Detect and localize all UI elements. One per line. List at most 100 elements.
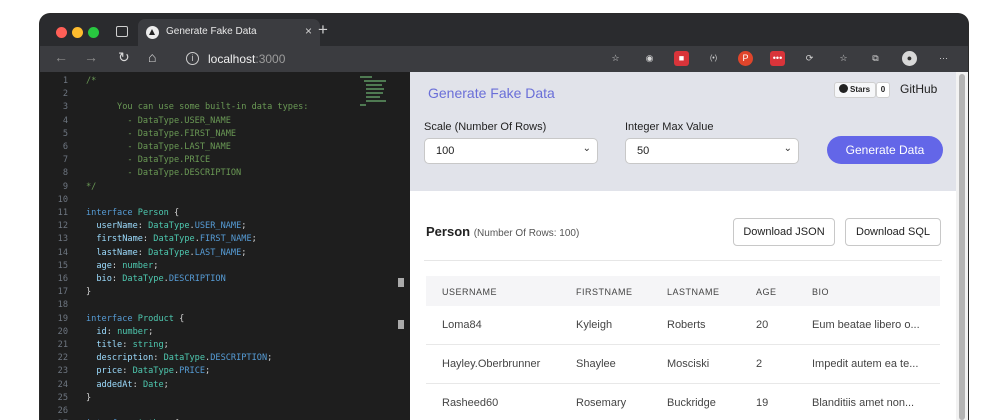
- code-line[interactable]: 14 lastName: DataType.LAST_NAME;: [40, 248, 400, 261]
- intmax-select[interactable]: 50 ⌄: [625, 138, 799, 164]
- code-text: description: DataType.DESCRIPTION;: [86, 353, 272, 363]
- more-menu-icon[interactable]: ···: [936, 51, 951, 66]
- table-row[interactable]: Rasheed60 Rosemary Buckridge 19 Blanditi…: [426, 384, 940, 420]
- code-line[interactable]: 26: [40, 406, 400, 419]
- new-tab-button[interactable]: +: [318, 20, 328, 40]
- cell-lastname: Mosciski: [667, 358, 710, 370]
- code-line[interactable]: 21 title: string;: [40, 340, 400, 353]
- address-bar[interactable]: localhost:3000: [208, 52, 285, 66]
- site-info-icon[interactable]: i: [186, 52, 199, 65]
- page-scrollbar[interactable]: [956, 72, 968, 420]
- scrollbar-thumb[interactable]: [959, 74, 965, 420]
- scale-label: Scale (Number Of Rows): [424, 121, 547, 133]
- code-text: lastName: DataType.LAST_NAME;: [86, 248, 246, 258]
- cell-bio: Blanditiis amet non...: [812, 397, 915, 409]
- maximize-window-button[interactable]: [88, 27, 99, 38]
- table-row[interactable]: Loma84 Kyleigh Roberts 20 Eum beatae lib…: [426, 306, 940, 345]
- controls-bar: Scale (Number Of Rows) 100 ⌄ Integer Max…: [410, 117, 956, 191]
- browser-tab[interactable]: Generate Fake Data ×: [138, 19, 320, 46]
- code-text: interface Person {: [86, 208, 179, 218]
- code-line[interactable]: 3 You can use some built-in data types:: [40, 102, 400, 115]
- line-number: 10: [57, 194, 68, 205]
- code-line[interactable]: 5 - DataType.FIRST_NAME: [40, 129, 400, 142]
- code-token: ;: [241, 221, 247, 232]
- extension-badge-icon[interactable]: •••: [770, 51, 785, 66]
- code-line[interactable]: 16 bio: DataType.DESCRIPTION: [40, 274, 400, 287]
- code-token: :: [153, 353, 164, 364]
- code-editor[interactable]: 1/* 2 3 You can use some built-in data typ…: [40, 72, 410, 420]
- favorites-list-icon[interactable]: ☆: [836, 51, 851, 66]
- download-sql-button[interactable]: Download SQL: [845, 218, 941, 246]
- back-arrow-icon[interactable]: ←: [54, 49, 68, 65]
- cell-age: 19: [756, 397, 769, 409]
- code-token: {: [173, 313, 185, 324]
- close-window-button[interactable]: [56, 27, 67, 38]
- minimize-window-button[interactable]: [72, 27, 83, 38]
- code-token: :: [122, 366, 133, 377]
- cell-bio: Impedit autem ea te...: [812, 358, 919, 370]
- code-token: :: [132, 379, 143, 390]
- code-token: LAST_NAME: [194, 247, 242, 258]
- github-stars-button[interactable]: Stars: [834, 82, 877, 98]
- code-line[interactable]: 11 interface Person {: [40, 208, 400, 221]
- code-line[interactable]: 10: [40, 195, 400, 208]
- extensions-puzzle-icon[interactable]: ⟳: [802, 51, 817, 66]
- tab-title: Generate Fake Data: [166, 26, 257, 37]
- editor-scroll-marker: [398, 320, 404, 329]
- collections-icon[interactable]: ⧉: [868, 51, 883, 66]
- reload-icon[interactable]: ↻: [118, 49, 130, 66]
- code-token: bio: [86, 274, 112, 284]
- code-line[interactable]: 22 description: DataType.DESCRIPTION;: [40, 353, 400, 366]
- tab-bar: Generate Fake Data × +: [40, 14, 968, 46]
- generate-data-button[interactable]: Generate Data: [827, 136, 943, 164]
- code-line[interactable]: 8 - DataType.DESCRIPTION: [40, 168, 400, 181]
- extension-red-icon[interactable]: ■: [674, 51, 689, 66]
- code-line[interactable]: 2: [40, 89, 400, 102]
- code-line[interactable]: 7 - DataType.PRICE: [40, 155, 400, 168]
- code-line[interactable]: 19 interface Product {: [40, 314, 400, 327]
- code-line[interactable]: 24 addedAt: Date;: [40, 380, 400, 393]
- code-token: DESCRIPTION: [168, 274, 226, 284]
- intmax-value: 50: [637, 145, 650, 157]
- divider: [424, 260, 942, 261]
- pinterest-icon[interactable]: P: [738, 51, 753, 66]
- forward-arrow-icon[interactable]: →: [84, 49, 98, 65]
- line-number: 15: [57, 260, 68, 271]
- code-line[interactable]: 12 userName: DataType.USER_NAME;: [40, 221, 400, 234]
- code-line[interactable]: 18: [40, 300, 400, 313]
- code-line[interactable]: 4 - DataType.USER_NAME: [40, 116, 400, 129]
- editor-minimap[interactable]: [360, 74, 400, 118]
- scale-select[interactable]: 100 ⌄: [424, 138, 598, 164]
- code-token: */: [86, 181, 97, 192]
- minimap-line: [366, 92, 383, 94]
- download-json-button[interactable]: Download JSON: [733, 218, 835, 246]
- code-token: firstName: [86, 234, 143, 245]
- code-line[interactable]: 6 - DataType.LAST_NAME: [40, 142, 400, 155]
- app-header: Generate Fake Data Stars 0 GitHub: [410, 72, 956, 117]
- code-token: DataType: [153, 234, 195, 245]
- section-header: Person (Number Of Rows: 100): [426, 224, 579, 239]
- code-line[interactable]: 13 firstName: DataType.FIRST_NAME;: [40, 234, 400, 247]
- tab-actions-icon[interactable]: [116, 26, 128, 37]
- code-token: description: [86, 353, 154, 364]
- profile-avatar[interactable]: ●: [902, 51, 917, 66]
- tab-close-icon[interactable]: ×: [305, 24, 312, 38]
- github-link[interactable]: GitHub: [900, 82, 937, 96]
- tracking-icon[interactable]: ◉: [642, 51, 657, 66]
- code-line[interactable]: 20 id: number;: [40, 327, 400, 340]
- app-title[interactable]: Generate Fake Data: [428, 85, 555, 101]
- table-row[interactable]: Hayley.Oberbrunner Shaylee Mosciski 2 Im…: [426, 345, 940, 384]
- home-icon[interactable]: ⌂: [148, 49, 156, 65]
- broadcast-icon[interactable]: (•): [706, 51, 721, 66]
- code-token: number: [122, 260, 154, 271]
- code-line[interactable]: 15 age: number;: [40, 261, 400, 274]
- line-number: 16: [57, 274, 68, 284]
- code-text: - DataType.USER_NAME: [86, 116, 230, 126]
- code-line[interactable]: 1 /*: [40, 76, 400, 89]
- code-line[interactable]: 25}: [40, 393, 400, 406]
- favorites-star-icon[interactable]: ☆: [608, 51, 623, 66]
- code-text: userName: DataType.USER_NAME;: [86, 221, 246, 231]
- code-line[interactable]: 17}: [40, 287, 400, 300]
- code-line[interactable]: 9 */: [40, 182, 400, 195]
- code-line[interactable]: 23 price: DataType.PRICE;: [40, 366, 400, 379]
